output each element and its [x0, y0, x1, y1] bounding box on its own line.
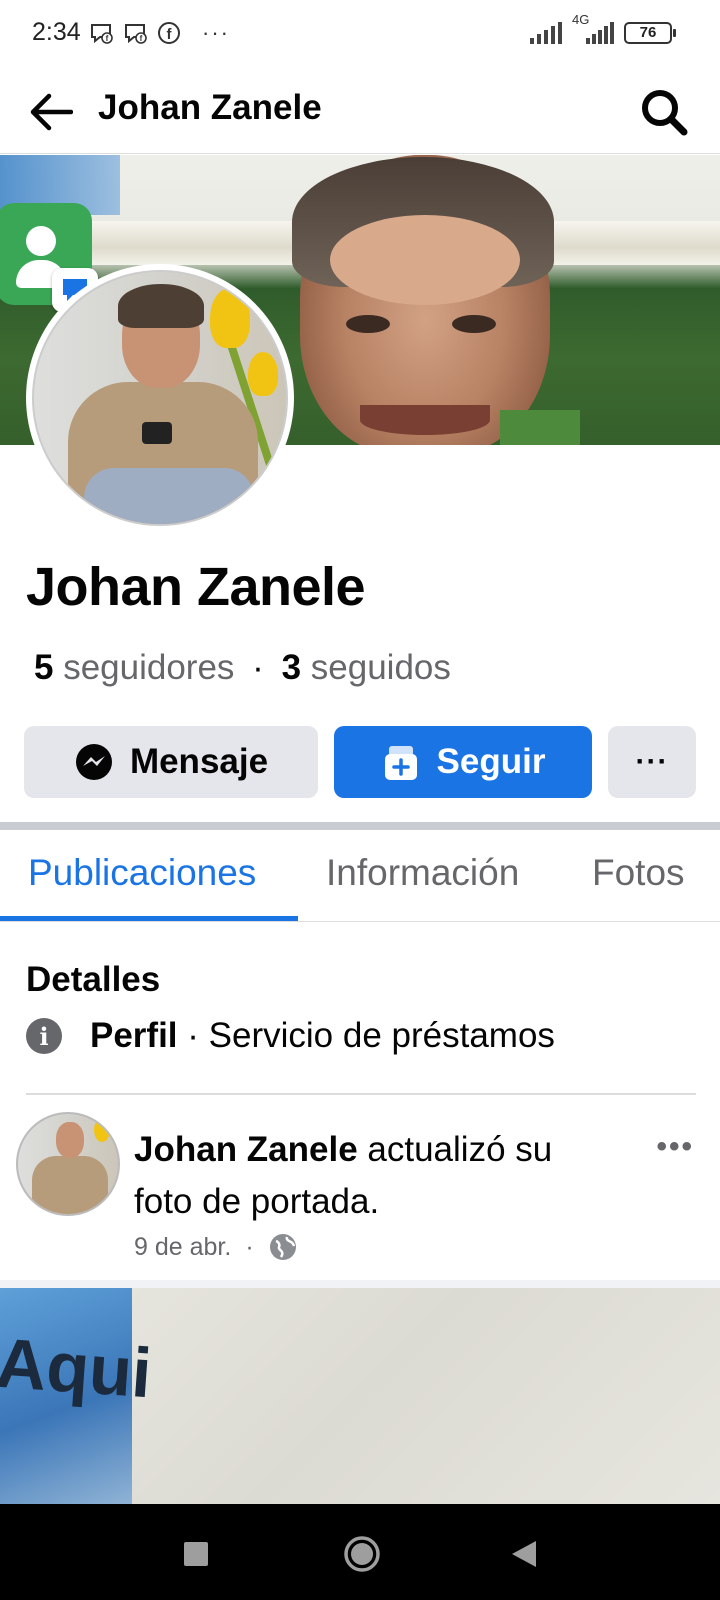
- more-notifications-icon: ···: [202, 20, 230, 45]
- avatar-phone: [142, 422, 172, 444]
- signal-4g-icon: 4G: [572, 12, 614, 44]
- signal-icon: [530, 22, 562, 44]
- triangle-back-icon: [512, 1541, 536, 1567]
- follow-stats: 5 seguidores · 3 seguidos: [34, 648, 451, 688]
- more-options-button[interactable]: ···: [608, 726, 696, 798]
- section-divider: [0, 822, 720, 830]
- contact-head-shape: [26, 226, 56, 256]
- search-icon: [642, 90, 688, 136]
- post-avatar-head: [56, 1122, 84, 1158]
- tab-informacion[interactable]: Información: [326, 852, 519, 894]
- profile-name: Johan Zanele: [26, 557, 366, 617]
- system-nav-bar: [0, 1504, 720, 1600]
- following-label[interactable]: seguidos: [311, 648, 451, 687]
- profile-tabs: Publicaciones Información Fotos: [0, 830, 720, 922]
- active-tab-indicator: [0, 916, 298, 921]
- cover-eye-left: [346, 315, 390, 333]
- cover-eye-right: [452, 315, 496, 333]
- recents-button[interactable]: [174, 1532, 218, 1576]
- post-author-avatar[interactable]: [16, 1112, 120, 1216]
- details-title: Detalles: [26, 960, 161, 999]
- more-options-icon: ···: [635, 745, 669, 778]
- svg-text:f: f: [106, 34, 109, 43]
- post-meta: 9 de abr. ·: [134, 1232, 298, 1262]
- status-right-icons: 4G 76: [530, 12, 676, 44]
- avatar-tulip: [210, 288, 250, 348]
- post-avatar-tulip: [94, 1118, 110, 1142]
- messenger-icon: [75, 744, 112, 780]
- tab-fotos[interactable]: Fotos: [592, 852, 685, 894]
- followers-count[interactable]: 5: [34, 648, 53, 687]
- status-time: 2:34: [32, 18, 81, 46]
- battery-icon: 76: [624, 22, 676, 44]
- post-image[interactable]: Aqui: [0, 1288, 720, 1504]
- details-text: Perfil · Servicio de préstamos: [90, 1016, 555, 1056]
- followers-label[interactable]: seguidores: [63, 648, 234, 687]
- follow-label: Seguir: [436, 742, 546, 781]
- square-icon: [184, 1542, 208, 1566]
- battery-level: 76: [639, 24, 657, 41]
- post-header-text: Johan Zanele actualizó su foto de portad…: [134, 1124, 614, 1228]
- details-category: · Servicio de préstamos: [187, 1016, 555, 1055]
- post-more-button[interactable]: •••: [656, 1130, 694, 1164]
- messenger-icon: f: [91, 24, 113, 44]
- svg-text:f: f: [167, 26, 173, 43]
- network-label: 4G: [572, 12, 590, 27]
- home-button[interactable]: [340, 1532, 384, 1576]
- info-icon: i: [26, 1018, 62, 1054]
- details-row: i Perfil · Servicio de préstamos: [26, 1016, 555, 1056]
- status-bar: 2:34 f f f ··· 4G 76: [0, 0, 720, 70]
- circle-icon: [344, 1536, 380, 1572]
- post-author[interactable]: Johan Zanele: [134, 1130, 358, 1169]
- back-button[interactable]: [22, 84, 78, 140]
- follow-button[interactable]: Seguir: [334, 726, 592, 798]
- follow-plus-icon: [384, 746, 417, 780]
- post-date[interactable]: 9 de abr.: [134, 1233, 231, 1262]
- avatar-photo: [32, 270, 288, 526]
- avatar-hair: [118, 284, 204, 328]
- search-button[interactable]: [636, 84, 692, 140]
- tab-publicaciones[interactable]: Publicaciones: [28, 852, 256, 894]
- message-button[interactable]: Mensaje: [24, 726, 318, 798]
- details-divider: [26, 1093, 696, 1095]
- facebook-icon: f: [158, 22, 180, 44]
- cover-mouth: [360, 405, 490, 435]
- top-header: Johan Zanele: [0, 70, 720, 154]
- post-avatar-body: [32, 1156, 108, 1214]
- post-meta-separator: ·: [245, 1232, 254, 1261]
- avatar-legs: [84, 468, 254, 524]
- message-label: Mensaje: [129, 742, 269, 781]
- cover-forehead: [330, 215, 520, 305]
- following-count[interactable]: 3: [282, 648, 301, 687]
- arrow-left-icon: [30, 93, 73, 131]
- details-type: Perfil: [90, 1016, 178, 1055]
- globe-icon: [269, 1234, 296, 1260]
- messenger-icon: f: [125, 24, 147, 44]
- profile-avatar[interactable]: [26, 264, 294, 532]
- status-notification-icons: f f f ···: [88, 20, 230, 46]
- post-image-text: Aqui: [0, 1323, 155, 1413]
- cover-shirt: [500, 410, 580, 445]
- back-nav-button[interactable]: [502, 1532, 546, 1576]
- svg-text:f: f: [140, 34, 143, 43]
- avatar-tulip: [248, 352, 278, 396]
- stats-separator: ·: [252, 648, 264, 687]
- header-title: Johan Zanele: [98, 88, 322, 127]
